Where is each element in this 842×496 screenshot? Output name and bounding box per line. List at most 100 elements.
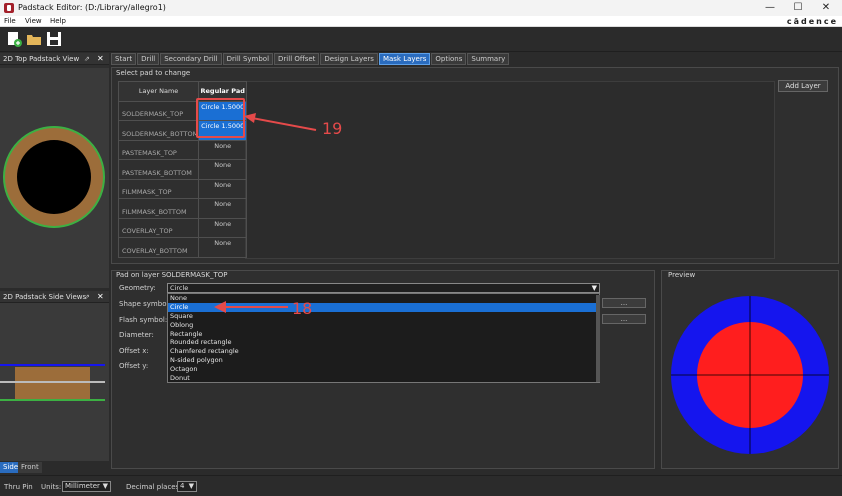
select-pad-group: Select pad to change Layer Name Regular … <box>111 67 839 264</box>
maximize-button[interactable]: ☐ <box>784 1 812 15</box>
tab-design-layers[interactable]: Design Layers <box>320 53 378 65</box>
regular-pad-cell[interactable]: None <box>198 139 248 160</box>
menu-bar: File View Help cādence <box>0 16 842 27</box>
layer-name-cell: SOLDERMASK_TOP <box>117 100 200 121</box>
regular-pad-cell[interactable]: None <box>198 198 248 219</box>
diameter-label: Diameter: <box>119 331 154 339</box>
regular-pad-cell[interactable]: None <box>198 159 248 180</box>
annotation-label-19: 19 <box>322 119 343 138</box>
geometry-option[interactable]: Donut <box>168 374 599 383</box>
tab-drill-symbol[interactable]: Drill Symbol <box>222 53 274 65</box>
geometry-option[interactable]: Oblong <box>168 321 599 330</box>
tab-mask-layers[interactable]: Mask Layers <box>378 53 431 65</box>
shape-symbol-browse-button[interactable]: ... <box>602 298 646 308</box>
preview-drawing <box>671 296 829 454</box>
minimize-button[interactable]: — <box>756 1 784 15</box>
tab-start[interactable]: Start <box>111 53 137 65</box>
decimal-places-value: 4 <box>180 482 185 490</box>
regular-pad-cell[interactable]: None <box>198 217 248 238</box>
geometry-option[interactable]: Rounded rectangle <box>168 338 599 347</box>
units-select[interactable]: Millimeter ▼ <box>62 481 111 492</box>
side-view-canvas <box>0 303 109 461</box>
offset-x-label: Offset x: <box>119 347 149 355</box>
layer-name-cell: FILMMASK_TOP <box>117 178 200 199</box>
menu-file[interactable]: File <box>4 17 16 25</box>
menu-help[interactable]: Help <box>50 17 66 25</box>
top-view-panel: 2D Top Padstack View ⇗ ✕ <box>0 53 109 288</box>
toolbar <box>0 27 842 52</box>
open-folder-icon[interactable] <box>26 31 42 47</box>
geometry-option[interactable]: N-sided polygon <box>168 356 599 365</box>
cadence-logo: cādence <box>786 17 838 26</box>
regular-pad-cell[interactable]: None <box>198 237 248 258</box>
window-title: Padstack Editor: (D:/Library/allegro1) <box>18 3 166 12</box>
layer-name-cell: PASTEMASK_TOP <box>117 139 200 160</box>
pin-icon[interactable]: ⇗ <box>84 293 90 301</box>
save-icon[interactable] <box>46 31 62 47</box>
table-row[interactable]: FILMMASK_BOTTOM None <box>117 198 248 219</box>
title-bar: Padstack Editor: (D:/Library/allegro1) —… <box>0 0 842 16</box>
pin-icon[interactable]: ⇗ <box>84 55 90 63</box>
top-view-drawing <box>3 126 105 228</box>
table-row[interactable]: PASTEMASK_BOTTOM None <box>117 159 248 180</box>
geometry-option[interactable]: Octagon <box>168 365 599 374</box>
layer-name-cell: PASTEMASK_BOTTOM <box>117 159 200 180</box>
units-label: Units: <box>41 483 62 491</box>
annotation-label-18: 18 <box>292 299 313 318</box>
tab-front[interactable]: Front <box>18 462 42 473</box>
table-row[interactable]: COVERLAY_TOP None <box>117 217 248 238</box>
tab-secondary-drill[interactable]: Secondary Drill <box>160 53 222 65</box>
table-row[interactable]: PASTEMASK_TOP None <box>117 139 248 160</box>
regular-pad-cell[interactable]: None <box>198 178 248 199</box>
chevron-down-icon: ▼ <box>102 482 108 490</box>
table-empty-area <box>245 81 775 259</box>
layer-name-cell: COVERLAY_BOTTOM <box>117 237 200 258</box>
annotation-box-19 <box>196 98 245 138</box>
geometry-option[interactable]: Rectangle <box>168 330 599 339</box>
menu-view[interactable]: View <box>25 17 42 25</box>
close-panel-icon[interactable]: ✕ <box>97 54 104 63</box>
table-row[interactable]: FILMMASK_TOP None <box>117 178 248 199</box>
preview-title: Preview <box>668 271 696 279</box>
tab-drill[interactable]: Drill <box>137 53 160 65</box>
drill-hole <box>17 140 91 214</box>
side-view-title: 2D Padstack Side Views <box>3 293 87 301</box>
add-layer-button[interactable]: Add Layer <box>778 80 828 92</box>
shape-symbol-label: Shape symbol: <box>119 300 171 308</box>
geometry-option[interactable]: Chamfered rectangle <box>168 347 599 356</box>
chevron-down-icon: ▼ <box>188 482 194 490</box>
layer-name-cell: COVERLAY_TOP <box>117 217 200 238</box>
side-view-panel: 2D Padstack Side Views ⇗ ✕ <box>0 291 109 461</box>
table-row[interactable]: COVERLAY_BOTTOM None <box>117 237 248 258</box>
flash-symbol-browse-button[interactable]: ... <box>602 314 646 324</box>
close-button[interactable]: ✕ <box>812 1 840 15</box>
offset-y-label: Offset y: <box>119 362 149 370</box>
decimal-places-select[interactable]: 4 ▼ <box>177 481 197 492</box>
top-view-title-bar: 2D Top Padstack View ⇗ ✕ <box>0 53 109 65</box>
annotation-arrow-18 <box>214 301 288 313</box>
flash-symbol-label: Flash symbol: <box>119 316 168 324</box>
geometry-value: Circle <box>170 284 189 292</box>
padstack-type: Thru Pin <box>4 483 33 491</box>
status-bar: Thru Pin Units: Millimeter ▼ Decimal pla… <box>0 475 842 496</box>
dropdown-scrollbar[interactable] <box>596 295 600 382</box>
tab-bar: Start Drill Secondary Drill Drill Symbol Dri… <box>111 53 510 66</box>
select-pad-title: Select pad to change <box>116 69 191 77</box>
tab-summary[interactable]: Summary <box>467 53 510 65</box>
tab-options[interactable]: Options <box>431 53 467 65</box>
side-view-title-bar: 2D Padstack Side Views ⇗ ✕ <box>0 291 109 303</box>
top-view-canvas <box>0 68 109 288</box>
top-view-title: 2D Top Padstack View <box>3 55 80 63</box>
col-layer-name: Layer Name <box>117 81 200 102</box>
geometry-select[interactable]: Circle ▼ <box>167 283 600 293</box>
layer-name-cell: FILMMASK_BOTTOM <box>117 198 200 219</box>
close-panel-icon[interactable]: ✕ <box>97 292 104 301</box>
chevron-down-icon: ▼ <box>591 284 597 292</box>
layer-name-cell: SOLDERMASK_BOTTOM <box>117 120 200 141</box>
tab-drill-offset[interactable]: Drill Offset <box>274 53 320 65</box>
geometry-label: Geometry: <box>119 284 156 292</box>
pad-on-layer-title: Pad on layer SOLDERMASK_TOP <box>116 271 228 279</box>
app-icon <box>4 3 14 13</box>
side-view-drawing <box>0 364 105 401</box>
new-file-icon[interactable] <box>6 31 22 47</box>
